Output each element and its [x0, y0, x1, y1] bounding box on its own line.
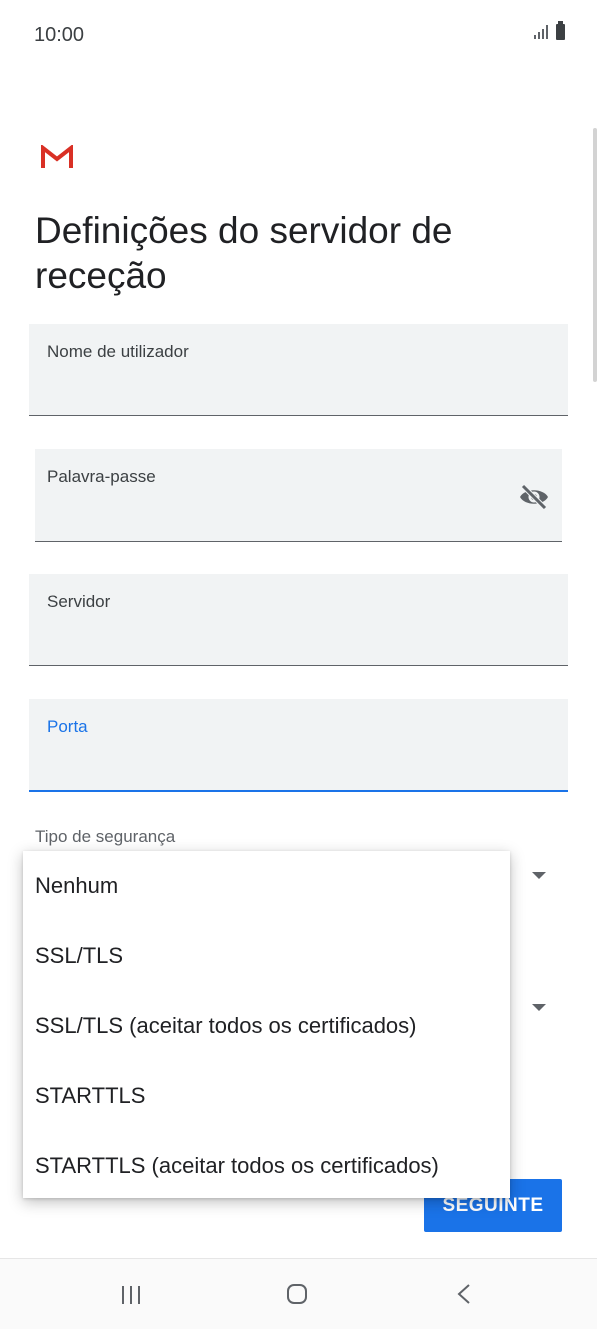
password-label: Palavra-passe	[47, 467, 156, 486]
security-type-label: Tipo de segurança	[35, 827, 176, 846]
option-starttls-accept-all[interactable]: STARTTLS (aceitar todos os certificados)	[35, 1153, 439, 1179]
option-none[interactable]: Nenhum	[35, 873, 118, 899]
option-ssl-tls-accept-all[interactable]: SSL/TLS (aceitar todos os certificados)	[35, 1013, 417, 1039]
server-field[interactable]: Servidor	[29, 574, 568, 666]
option-starttls[interactable]: STARTTLS	[35, 1083, 145, 1109]
username-label: Nome de utilizador	[47, 342, 189, 361]
chevron-down-icon[interactable]	[532, 872, 546, 879]
server-label: Servidor	[47, 592, 111, 611]
port-label: Porta	[47, 717, 88, 736]
scrollbar[interactable]	[593, 128, 597, 382]
chevron-down-icon[interactable]	[532, 1004, 546, 1011]
port-field[interactable]: Porta	[29, 699, 568, 792]
security-type-dropdown: Nenhum SSL/TLS SSL/TLS (aceitar todos os…	[23, 851, 510, 1198]
navigation-bar	[0, 1258, 597, 1329]
password-field[interactable]: Palavra-passe	[35, 449, 562, 542]
option-ssl-tls[interactable]: SSL/TLS	[35, 943, 123, 969]
recents-icon[interactable]	[122, 1286, 140, 1304]
home-icon[interactable]	[287, 1284, 307, 1304]
back-icon[interactable]	[456, 1283, 472, 1310]
battery-icon	[556, 21, 565, 40]
username-field[interactable]: Nome de utilizador	[29, 324, 568, 416]
signal-icon	[534, 25, 548, 39]
gmail-icon	[40, 143, 74, 174]
eye-off-icon[interactable]	[518, 483, 550, 516]
status-time: 10:00	[34, 24, 85, 46]
status-icons	[534, 21, 565, 40]
page-title: Definições do servidor de receção	[35, 210, 453, 296]
